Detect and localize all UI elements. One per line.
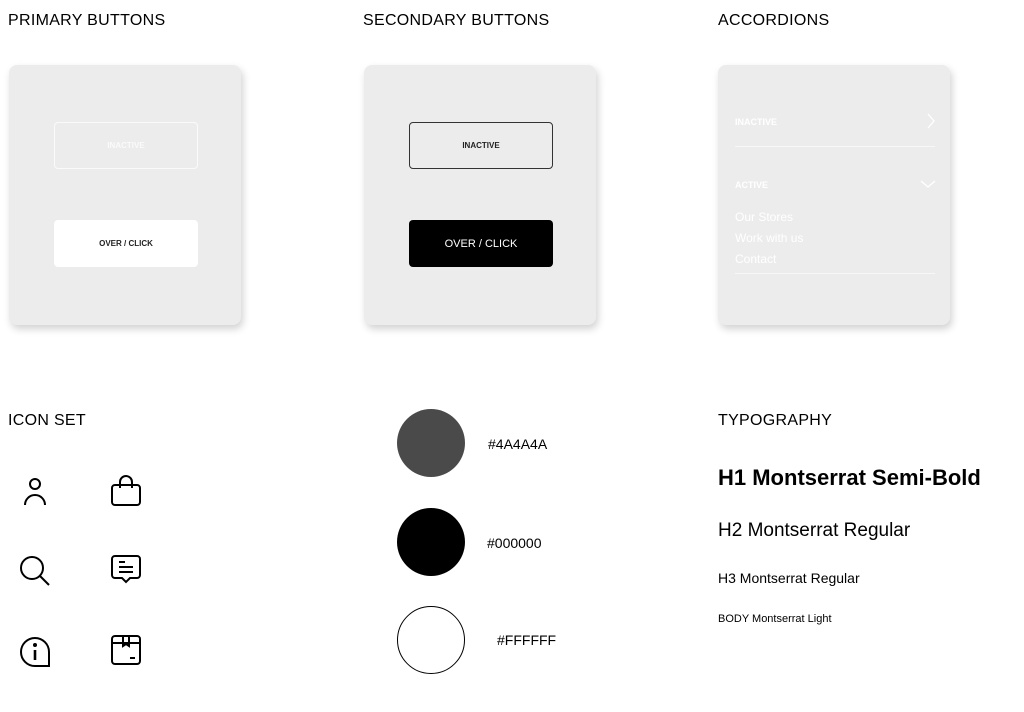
primary-inactive-button[interactable]: INACTIVE: [54, 122, 198, 169]
color-label: #FFFFFF: [497, 632, 557, 648]
color-label: #000000: [487, 535, 542, 551]
chevron-down-icon[interactable]: [920, 179, 936, 189]
divider: [735, 146, 935, 147]
typography-heading: TYPOGRAPHY: [718, 412, 833, 429]
icon-set-heading: ICON SET: [8, 412, 86, 429]
color-swatch-white: [397, 606, 465, 674]
divider: [735, 273, 935, 274]
h1-sample: H1 Montserrat Semi-Bold: [718, 465, 981, 490]
color-swatch-gray: [397, 409, 465, 477]
accordion-inactive-label[interactable]: INACTIVE: [735, 117, 777, 127]
accordion-active-label[interactable]: ACTIVE: [735, 180, 768, 190]
secondary-buttons-heading: SECONDARY BUTTONS: [363, 12, 550, 29]
accordion-item[interactable]: Work with us: [735, 231, 803, 245]
primary-buttons-card: INACTIVE OVER / CLICK: [9, 65, 241, 325]
accordion-item[interactable]: Contact: [735, 252, 776, 266]
accordions-heading: ACCORDIONS: [718, 12, 830, 29]
chevron-right-icon[interactable]: [926, 113, 936, 129]
secondary-hover-button[interactable]: OVER / CLICK: [409, 220, 553, 267]
accordion-item[interactable]: Our Stores: [735, 210, 793, 224]
accordion-card: INACTIVE ACTIVE Our Stores Work with us …: [718, 65, 950, 325]
secondary-buttons-card: INACTIVE OVER / CLICK: [364, 65, 596, 325]
user-icon: [24, 478, 46, 506]
shopping-bag-icon: [111, 475, 141, 506]
h3-sample: H3 Montserrat Regular: [718, 570, 860, 586]
message-icon: [111, 555, 141, 584]
package-icon: [111, 635, 141, 665]
color-swatch-black: [397, 508, 465, 576]
secondary-inactive-button[interactable]: INACTIVE: [409, 122, 553, 169]
search-icon: [20, 556, 50, 586]
primary-buttons-heading: PRIMARY BUTTONS: [8, 12, 166, 29]
info-icon: [20, 636, 50, 667]
primary-hover-button[interactable]: OVER / CLICK: [54, 220, 198, 267]
color-label: #4A4A4A: [488, 436, 548, 452]
body-sample: BODY Montserrat Light: [718, 613, 832, 625]
h2-sample: H2 Montserrat Regular: [718, 520, 911, 541]
